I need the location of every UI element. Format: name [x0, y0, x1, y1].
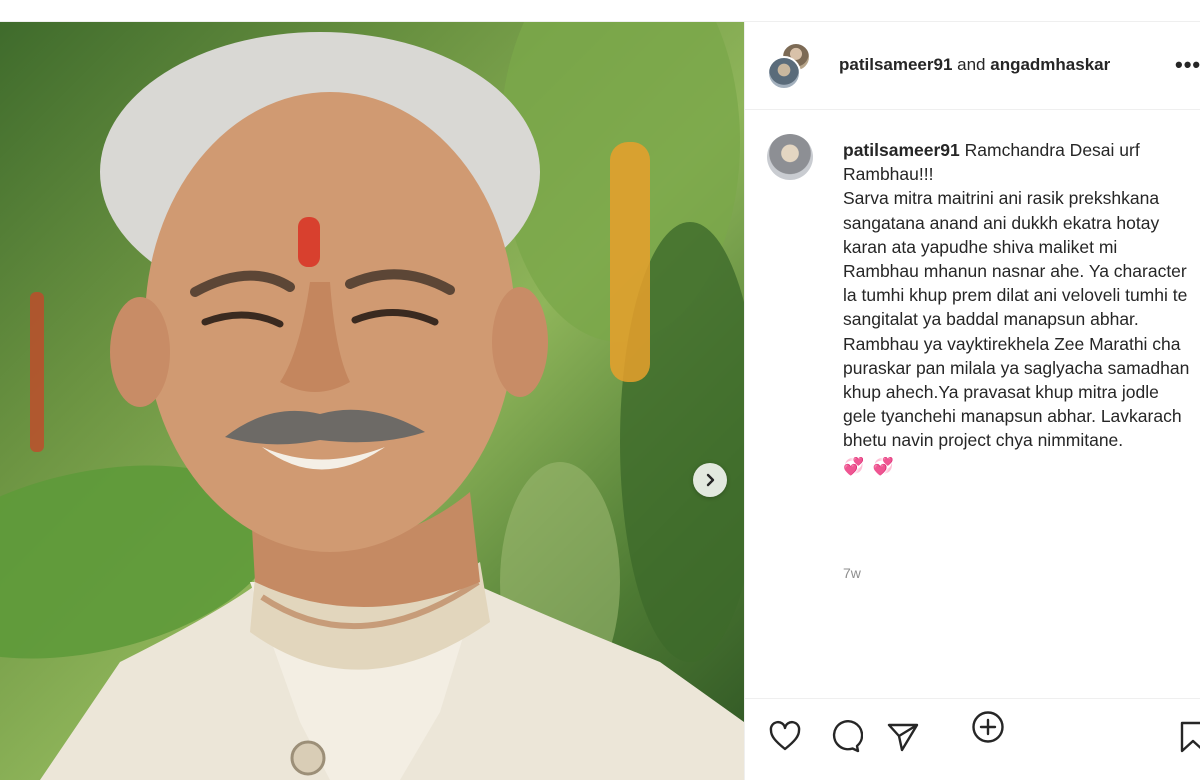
comments-area: patilsameer91 Ramchandra Desai urf Rambh… [745, 110, 1200, 743]
browser-top-strip [0, 0, 1200, 22]
post-side-panel: patilsameer91 and angadmhaskar ••• patil… [744, 22, 1200, 780]
next-photo-button[interactable] [693, 463, 727, 497]
more-options-icon[interactable]: ••• [1175, 52, 1200, 78]
post-photo[interactable] [0, 22, 744, 780]
author-username[interactable]: patilsameer91 [839, 55, 952, 74]
author-joiner: and [957, 55, 986, 74]
bookmark-icon[interactable] [1175, 719, 1200, 755]
comment-bubble-icon[interactable] [827, 719, 863, 755]
caption-emoji: 💞 💞 [843, 456, 897, 476]
post-authors: patilsameer91 and angadmhaskar [839, 55, 1110, 75]
collab-avatars[interactable] [767, 42, 813, 92]
chevron-right-icon [706, 473, 715, 487]
post-actions [745, 698, 1200, 780]
post-caption: patilsameer91 Ramchandra Desai urf Rambh… [843, 138, 1193, 479]
heart-icon[interactable] [767, 719, 803, 755]
post-header: patilsameer91 and angadmhaskar ••• [745, 22, 1200, 110]
paper-plane-icon[interactable] [885, 719, 921, 755]
collab-username[interactable]: angadmhaskar [990, 55, 1110, 74]
caption-text: Ramchandra Desai urf Rambhau!!! Sarva mi… [843, 140, 1190, 451]
caption-username[interactable]: patilsameer91 [843, 140, 960, 160]
portrait-illustration [0, 22, 744, 780]
post-timestamp[interactable]: 7w [843, 565, 861, 581]
avatar[interactable] [767, 56, 801, 90]
avatar[interactable] [767, 134, 813, 180]
